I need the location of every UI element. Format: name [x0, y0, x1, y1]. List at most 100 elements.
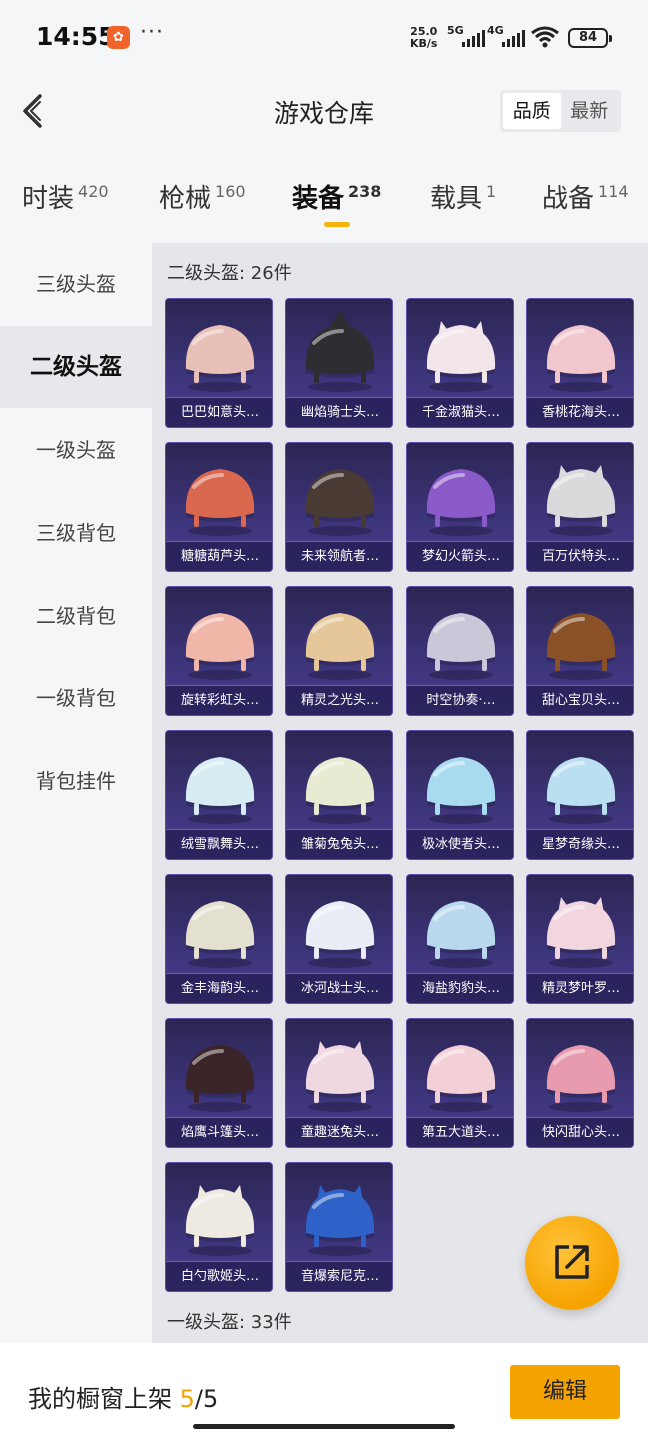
sidebar-item-level2-helmet[interactable]: 二级头盔 — [0, 326, 152, 408]
item-name: 海盐豹豹头… — [407, 973, 513, 1003]
item-card[interactable]: 百万伏特头… — [526, 442, 634, 572]
item-card[interactable]: 甜心宝贝头… — [526, 586, 634, 716]
tab-count: 1 — [486, 182, 497, 201]
tab-vehicles[interactable]: 载具 1 — [430, 178, 496, 215]
category-tabs: 时装 420 枪械 160 装备 238 载具 1 战备 114 — [0, 178, 648, 238]
sidebar-item-level3-helmet[interactable]: 三级头盔 — [0, 243, 152, 325]
item-card[interactable]: 旋转彩虹头… — [165, 586, 273, 716]
item-card[interactable]: 海盐豹豹头… — [406, 874, 514, 1004]
showcase-total: /5 — [194, 1385, 219, 1413]
item-name: 精灵梦叶罗… — [527, 973, 633, 1003]
active-tab-indicator — [324, 222, 350, 227]
speed-unit: KB/s — [410, 37, 438, 50]
sort-newest-button[interactable]: 最新 — [561, 93, 619, 129]
item-card[interactable]: 精灵梦叶罗… — [526, 874, 634, 1004]
showcase-count: 5 — [179, 1385, 195, 1413]
tab-count: 420 — [78, 182, 109, 201]
item-card[interactable]: 雏菊兔兔头… — [285, 730, 393, 860]
helmet-icon — [426, 613, 496, 680]
helmet-icon — [185, 901, 255, 968]
signal-icon-2 — [502, 29, 525, 47]
helmet-icon — [426, 469, 496, 536]
section-title: 二级头盔: 26件 — [167, 263, 292, 284]
helmet-icon — [426, 321, 496, 392]
status-time: 14:55 — [36, 22, 116, 51]
sort-quality-button[interactable]: 品质 — [503, 93, 561, 129]
share-button[interactable] — [525, 1216, 619, 1310]
tab-supplies[interactable]: 战备 114 — [542, 178, 629, 215]
sidebar-item-level1-helmet[interactable]: 一级头盔 — [0, 409, 152, 491]
helmet-icon — [546, 1045, 616, 1112]
item-card[interactable]: 音爆索尼克… — [285, 1162, 393, 1292]
item-card[interactable]: 星梦奇缘头… — [526, 730, 634, 860]
item-card[interactable]: 未来领航者… — [285, 442, 393, 572]
item-card[interactable]: 时空协奏·… — [406, 586, 514, 716]
helmet-icon — [546, 897, 616, 968]
item-card[interactable]: 金丰海韵头… — [165, 874, 273, 1004]
item-card[interactable]: 绒雪飘舞头… — [165, 730, 273, 860]
item-card[interactable]: 白勺歌姬头… — [165, 1162, 273, 1292]
tab-count: 114 — [598, 182, 629, 201]
item-card[interactable]: 香桃花海头… — [526, 298, 634, 428]
item-card[interactable]: 极冰使者头… — [406, 730, 514, 860]
showcase-label: 我的橱窗上架 — [28, 1385, 172, 1413]
tab-label: 时装 — [22, 184, 75, 214]
showcase-status: 我的橱窗上架 5/5 — [28, 1379, 218, 1414]
item-name: 幽焰骑士头… — [286, 397, 392, 427]
item-card[interactable]: 幽焰骑士头… — [285, 298, 393, 428]
tab-count: 160 — [215, 182, 246, 201]
helmet-icon — [305, 469, 375, 536]
item-name: 旋转彩虹头… — [166, 685, 272, 715]
tab-count: 238 — [348, 182, 382, 201]
item-name: 精灵之光头… — [286, 685, 392, 715]
item-name: 千金淑猫头… — [407, 397, 513, 427]
helmet-icon — [305, 1041, 375, 1112]
tab-equipment[interactable]: 装备 238 — [292, 178, 381, 215]
item-name: 童趣迷兔头… — [286, 1117, 392, 1147]
helmet-icon — [305, 901, 375, 968]
item-name: 巴巴如意头… — [166, 397, 272, 427]
app-notification-icon: ✿ — [107, 26, 130, 49]
item-name: 金丰海韵头… — [166, 973, 272, 1003]
helmet-icon — [305, 1185, 375, 1256]
item-card[interactable]: 快闪甜心头… — [526, 1018, 634, 1148]
helmet-icon — [185, 757, 255, 824]
item-name: 第五大道头… — [407, 1117, 513, 1147]
item-card[interactable]: 梦幻火箭头… — [406, 442, 514, 572]
item-name: 白勺歌姬头… — [166, 1261, 272, 1291]
item-name: 快闪甜心头… — [527, 1117, 633, 1147]
item-name: 香桃花海头… — [527, 397, 633, 427]
sidebar-item-level1-backpack[interactable]: 一级背包 — [0, 657, 152, 739]
item-card[interactable]: 冰河战士头… — [285, 874, 393, 1004]
item-card[interactable]: 童趣迷兔头… — [285, 1018, 393, 1148]
edit-button[interactable]: 编辑 — [510, 1365, 620, 1419]
sidebar-item-backpack-charm[interactable]: 背包挂件 — [0, 740, 152, 822]
item-card[interactable]: 糖糖葫芦头… — [165, 442, 273, 572]
item-card[interactable]: 千金淑猫头… — [406, 298, 514, 428]
wifi-icon — [531, 26, 559, 48]
item-name: 绒雪飘舞头… — [166, 829, 272, 859]
sidebar-item-level2-backpack[interactable]: 二级背包 — [0, 575, 152, 657]
helmet-icon — [546, 613, 616, 680]
helmet-icon — [426, 1045, 496, 1112]
tab-fashion[interactable]: 时装 420 — [22, 178, 109, 215]
helmet-icon — [305, 613, 375, 680]
item-card[interactable]: 巴巴如意头… — [165, 298, 273, 428]
helmet-icon — [185, 469, 255, 536]
more-notifications-icon: ··· — [140, 20, 164, 45]
tab-label: 载具 — [430, 184, 483, 214]
item-name: 百万伏特头… — [527, 541, 633, 571]
item-card[interactable]: 第五大道头… — [406, 1018, 514, 1148]
section-title-next: 一级头盔: 33件 — [167, 1312, 292, 1333]
helmet-icon — [546, 757, 616, 824]
item-card[interactable]: 焰鹰斗篷头… — [165, 1018, 273, 1148]
share-icon — [555, 1245, 589, 1279]
item-card[interactable]: 精灵之光头… — [285, 586, 393, 716]
sidebar-item-level3-backpack[interactable]: 三级背包 — [0, 492, 152, 574]
network-speed: 25.0 KB/s — [410, 26, 437, 50]
tab-guns[interactable]: 枪械 160 — [159, 178, 246, 215]
helmet-icon — [546, 465, 616, 536]
bottom-bar: 我的橱窗上架 5/5 编辑 — [0, 1343, 648, 1440]
signal-icon — [462, 29, 485, 47]
helmet-icon — [305, 311, 375, 392]
